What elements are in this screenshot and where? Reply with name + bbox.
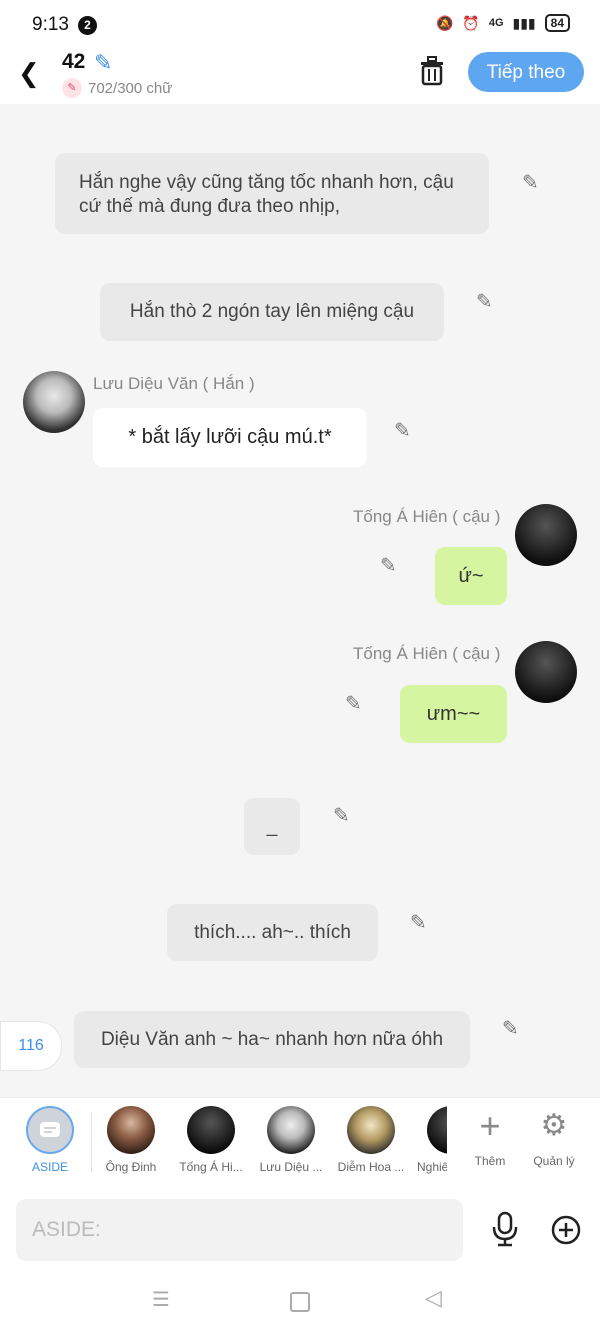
home-icon[interactable] <box>290 1292 310 1312</box>
trash-icon[interactable] <box>418 56 446 86</box>
edit-message-icon[interactable]: ✎ <box>394 418 411 443</box>
edit-message-icon[interactable]: ✎ <box>502 1016 519 1041</box>
message-input[interactable] <box>16 1199 463 1261</box>
message-text: ưm~~ <box>426 703 481 725</box>
edit-message-icon[interactable]: ✎ <box>410 910 427 935</box>
message-text: Hắn thò 2 ngón tay lên miệng cậu <box>129 301 415 322</box>
chat-icon <box>40 1122 60 1137</box>
narration-bubble[interactable]: Diệu Văn anh ~ ha~ nhanh hơn nữa óhh <box>74 1011 470 1068</box>
message-count-badge[interactable]: 116 <box>0 1021 62 1071</box>
character-luu-dieu-van[interactable]: Lưu Diệu ... <box>253 1106 329 1174</box>
system-nav-bar: ☰ ◁ <box>0 1279 600 1323</box>
edit-message-icon[interactable]: ✎ <box>380 553 397 578</box>
character-tong-a-hien[interactable]: Tống Á Hi... <box>173 1106 249 1174</box>
message-text: thích.... ah~.. thích <box>194 922 351 943</box>
notification-badge: 2 <box>78 16 97 35</box>
avatar <box>427 1106 447 1154</box>
next-button[interactable]: Tiếp theo <box>468 52 584 92</box>
manage-characters-button[interactable]: ⚙ Quản lý <box>522 1106 586 1168</box>
avatar <box>267 1106 315 1154</box>
add-circle-icon[interactable] <box>550 1214 582 1246</box>
edit-title-icon[interactable]: ✎ <box>94 50 112 76</box>
avatar-tong-a-hien[interactable] <box>515 641 577 703</box>
narration-bubble[interactable]: Hắn thò 2 ngón tay lên miệng cậu <box>100 283 444 341</box>
divider <box>91 1112 92 1172</box>
gear-icon: ⚙ <box>540 1109 568 1142</box>
avatar <box>347 1106 395 1154</box>
signal-icon: ▮▮▮ <box>512 14 536 31</box>
message-text: * bắt lấy lưỡi cậu mú.t* <box>128 426 332 448</box>
word-count: ✎ 702/300 chữ <box>62 78 172 98</box>
edit-message-icon[interactable]: ✎ <box>476 289 493 314</box>
add-label: Thêm <box>474 1154 506 1168</box>
aside-avatar <box>26 1106 74 1154</box>
status-time: 9:13 <box>32 14 69 35</box>
dialogue-bubble[interactable]: ưm~~ <box>400 685 507 743</box>
character-label: Tống Á Hi... <box>179 1160 243 1174</box>
character-label: Nghiê <box>417 1160 447 1174</box>
character-bar: ASIDE Ông Đinh Tống Á Hi... Lưu Diệu ...… <box>0 1097 600 1190</box>
narration-bubble[interactable]: _ <box>244 798 300 855</box>
editor-header: ❮ 42 ✎ ✎ 702/300 chữ Tiếp theo <box>0 48 600 104</box>
mute-icon: 🔕 <box>435 14 454 31</box>
microphone-icon[interactable] <box>490 1211 520 1247</box>
message-text: Diệu Văn anh ~ ha~ nhanh hơn nữa óhh <box>100 1029 444 1050</box>
status-icons: 🔕 ⏰ 4G ▮▮▮ 84 <box>436 14 570 32</box>
edit-message-icon[interactable]: ✎ <box>345 691 362 716</box>
add-character-button[interactable]: + Thêm <box>458 1105 522 1169</box>
network-label: 4G <box>488 17 504 29</box>
edit-message-icon[interactable]: ✎ <box>333 803 350 828</box>
dialogue-bubble[interactable]: ứ~ <box>435 547 507 605</box>
speaker-name: Lưu Diệu Văn ( Hắn ) <box>93 374 255 393</box>
message-text: ứ~ <box>458 565 484 587</box>
character-label: Ông Đinh <box>105 1160 157 1174</box>
message-text: Hắn nghe vậy cũng tăng tốc nhanh hơn, cậ… <box>79 172 454 217</box>
dialogue-bubble[interactable]: * bắt lấy lưỡi cậu mú.t* <box>93 408 367 467</box>
narration-bubble[interactable]: Hắn nghe vậy cũng tăng tốc nhanh hơn, cậ… <box>55 153 489 234</box>
chapter-number[interactable]: 42 <box>62 50 85 74</box>
manage-label: Quản lý <box>533 1154 575 1168</box>
character-nghiem[interactable]: Nghiê <box>413 1106 447 1174</box>
status-bar: 9:13 2 🔕 ⏰ 4G ▮▮▮ 84 <box>0 0 600 48</box>
narration-bubble[interactable]: thích.... ah~.. thích <box>167 904 378 961</box>
avatar <box>187 1106 235 1154</box>
character-ong-dinh[interactable]: Ông Đinh <box>93 1106 169 1174</box>
back-nav-icon[interactable]: ◁ <box>425 1285 442 1311</box>
speaker-name: Tống Á Hiên ( cậu ) <box>353 644 501 663</box>
avatar-tong-a-hien[interactable] <box>515 504 577 566</box>
alarm-icon: ⏰ <box>462 14 480 31</box>
character-label: ASIDE <box>31 1160 68 1174</box>
back-button[interactable]: ❮ <box>18 58 40 89</box>
message-text: _ <box>266 816 278 837</box>
character-diem-hoa[interactable]: Diễm Hoa ... <box>333 1106 409 1174</box>
battery-icon: 84 <box>544 14 570 32</box>
menu-icon[interactable]: ☰ <box>152 1287 170 1312</box>
edit-message-icon[interactable]: ✎ <box>522 170 539 195</box>
character-label: Diễm Hoa ... <box>337 1160 405 1174</box>
character-aside[interactable]: ASIDE <box>12 1106 88 1174</box>
avatar <box>107 1106 155 1154</box>
speaker-name: Tống Á Hiên ( cậu ) <box>353 507 501 526</box>
plus-icon: + <box>479 1105 501 1146</box>
pencil-badge-icon: ✎ <box>62 78 82 98</box>
avatar-luu-dieu-van[interactable] <box>23 371 85 433</box>
character-label: Lưu Diệu ... <box>259 1160 323 1174</box>
word-count-text: 702/300 chữ <box>88 79 173 97</box>
